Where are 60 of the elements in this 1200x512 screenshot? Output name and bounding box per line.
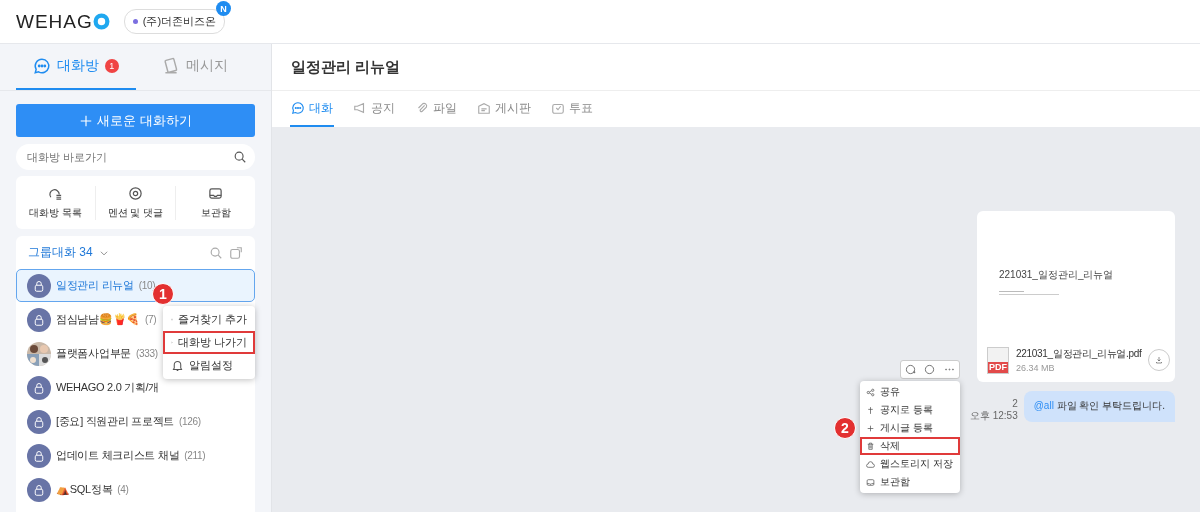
message-time: 오후 12:53 bbox=[969, 410, 1018, 422]
shortcut-item[interactable]: 대화방 목록 bbox=[16, 185, 95, 220]
tab[interactable]: 게시판 bbox=[476, 91, 532, 127]
pdf-file-icon: PDF bbox=[987, 346, 1009, 374]
unread-count: 2 bbox=[1011, 398, 1018, 410]
search-icon bbox=[233, 150, 247, 164]
download-button[interactable] bbox=[1148, 349, 1171, 371]
document-lines-drawing bbox=[999, 290, 1059, 296]
plus-icon bbox=[866, 423, 875, 433]
trash-icon bbox=[866, 441, 875, 451]
paperclip-icon bbox=[415, 101, 429, 115]
chat-bubble-icon bbox=[291, 101, 305, 115]
ballot-box-icon bbox=[551, 101, 565, 115]
message-bubble: @all 파일 확인 부탁드립니다. bbox=[1023, 391, 1175, 422]
menu-item[interactable]: 보관함 bbox=[860, 473, 960, 491]
lock-icon bbox=[33, 449, 45, 462]
inbox-icon bbox=[208, 185, 223, 201]
plus-icon bbox=[79, 113, 94, 128]
menu-item[interactable]: 게시글 등록 bbox=[860, 419, 960, 437]
lock-icon bbox=[33, 279, 45, 292]
room-item[interactable]: ⛺SQL정복 (4) bbox=[16, 473, 140, 506]
megaphone-icon bbox=[353, 101, 367, 115]
menu-item[interactable]: 공지로 등록 bbox=[860, 401, 960, 419]
chat-bubble-icon bbox=[32, 57, 51, 75]
unread-badge: 1 bbox=[104, 59, 119, 73]
cloud-icon bbox=[866, 459, 875, 469]
shortcut-item[interactable]: 보관함 bbox=[175, 185, 255, 220]
lock-icon bbox=[33, 381, 45, 394]
bell-icon bbox=[171, 359, 184, 372]
shortcut-item[interactable]: 멘션 및 댓글 bbox=[95, 185, 175, 220]
menu-item[interactable]: 삭제 bbox=[860, 437, 960, 455]
lock-icon bbox=[33, 415, 45, 428]
tab[interactable]: 공지 bbox=[352, 91, 396, 127]
room-item[interactable]: [중요] 직원관리 프로젝트 (126) bbox=[16, 405, 212, 438]
new-chat-icon bbox=[229, 245, 243, 260]
file-size: 26.34 MB bbox=[1016, 363, 1056, 373]
preview-title: 221031_일정관리_리뉴얼 bbox=[999, 268, 1115, 282]
board-icon bbox=[477, 101, 491, 115]
group-chat-dropdown[interactable]: 그룹대화 34 bbox=[28, 244, 93, 261]
menu-item[interactable]: 웹스토리지 저장 bbox=[860, 455, 960, 473]
search-field[interactable]: 대화방 바로가기 bbox=[16, 144, 255, 170]
tab[interactable]: 파일 bbox=[414, 91, 458, 127]
menu-item[interactable]: 대화방 나가기 bbox=[163, 331, 255, 354]
room-title: 일정관리 리뉴얼 bbox=[272, 44, 1200, 91]
download-icon bbox=[1155, 354, 1164, 366]
step-badge: 2 bbox=[834, 417, 856, 439]
room-item[interactable]: 업데이트 체크리스트 채널 (211) bbox=[16, 439, 217, 472]
tab[interactable]: 대화방 1 bbox=[16, 44, 136, 90]
share-icon bbox=[866, 387, 875, 397]
tab[interactable]: 투표 bbox=[550, 91, 594, 127]
logo: WEHAG bbox=[16, 10, 110, 33]
new-badge: N bbox=[216, 1, 232, 16]
at-sign-icon bbox=[128, 185, 143, 201]
lock-icon bbox=[33, 313, 45, 326]
lock-icon bbox=[33, 483, 45, 496]
menu-item[interactable]: 공유 bbox=[860, 383, 960, 401]
reaction-icon bbox=[905, 364, 917, 375]
search-icon bbox=[209, 245, 223, 260]
file-name: 221031_일정관리_리뉴얼.pdf bbox=[1016, 347, 1142, 361]
inbox-icon bbox=[866, 477, 875, 487]
